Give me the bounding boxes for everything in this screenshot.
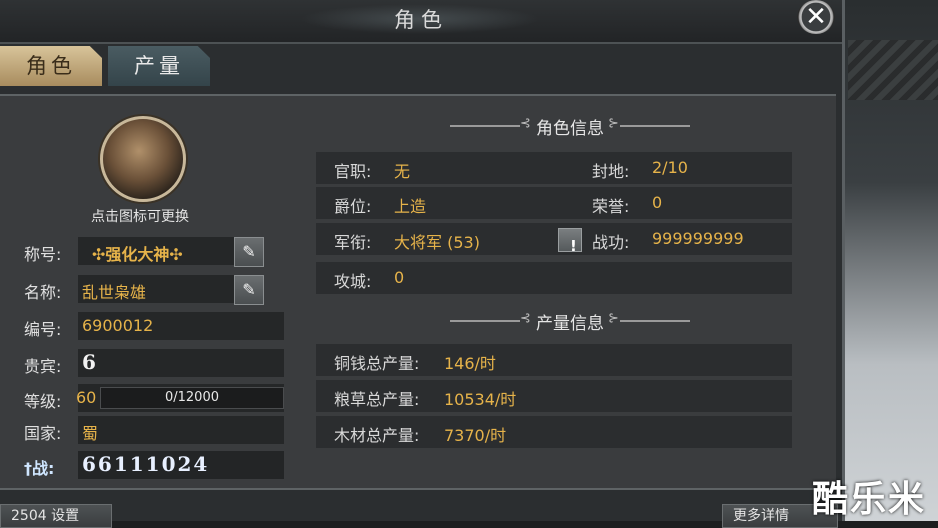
production-row: 木材总产量: 7370/时 (316, 416, 792, 448)
ornament-icon: ⊰ (520, 116, 531, 131)
grain-label: 粮草总产量: (334, 390, 420, 409)
warning-icon[interactable]: ! (558, 228, 582, 255)
name-field: 乱世枭雄 (78, 275, 254, 303)
honor-label: 荣誉: (592, 197, 630, 216)
production-info-title: 产量信息 (536, 314, 604, 334)
title-bar: 角色 (0, 0, 842, 44)
office-label: 官职: (334, 162, 372, 181)
info-row: 爵位: 上造 荣誉: 0 (316, 187, 792, 219)
ornament-icon: ⊱ (608, 116, 619, 131)
avatar-caption: 点击图标可更换 (91, 209, 189, 225)
watermark-logo: 酷乐米 (812, 479, 927, 520)
title-label: 称号: (24, 245, 62, 264)
exp-bar: 0/12000 (100, 387, 284, 409)
exp-text: 0/12000 (164, 390, 219, 405)
settings-button[interactable]: 2504 设置 (0, 504, 112, 528)
edit-title-button[interactable]: ✎ (234, 237, 264, 267)
avatar-portrait[interactable] (100, 116, 186, 202)
fief-label: 封地: (592, 162, 630, 181)
character-window: 角色 角色 产量 点击图标可更换 称号: ✣强化大神✣ ✎ 名称: 乱世枭雄 ✎… (0, 0, 845, 528)
level-label: 等级: (24, 392, 62, 411)
nation-field: 蜀 (78, 416, 284, 444)
divider (620, 125, 690, 127)
fief-value: 2/10 (652, 158, 688, 177)
siege-label: 攻城: (334, 272, 372, 291)
military-rank-value: 大将军 (53) (394, 233, 480, 252)
id-label: 编号: (24, 320, 62, 339)
production-info-heading: ⊰ 产量信息 ⊱ (420, 309, 720, 334)
nation-value: 蜀 (82, 424, 99, 443)
rank-label: 爵位: (334, 197, 372, 216)
grain-value: 10534/时 (444, 390, 517, 409)
production-row: 粮草总产量: 10534/时 (316, 380, 792, 412)
level-field: 60 0/12000 (76, 384, 284, 412)
merit-label: 战功: (592, 233, 630, 252)
office-value: 无 (394, 162, 411, 181)
window-title: 角色 (394, 8, 448, 32)
title-value: ✣强化大神✣ (92, 245, 183, 264)
info-row: 官职: 无 封地: 2/10 (316, 152, 792, 184)
copper-label: 铜钱总产量: (334, 354, 420, 373)
vip-label: 贵宾: (24, 357, 62, 376)
id-value: 6900012 (82, 316, 154, 335)
info-row: 攻城: 0 (316, 262, 792, 294)
divider (450, 320, 520, 322)
rank-value: 上造 (394, 197, 427, 216)
role-info-heading: ⊰ 角色信息 ⊱ (420, 114, 720, 139)
honor-value: 0 (652, 193, 663, 212)
close-button[interactable]: ✕ (797, 0, 835, 34)
wood-value: 7370/时 (444, 426, 507, 445)
power-field: 66111024 (78, 451, 284, 479)
id-field: 6900012 (78, 312, 284, 340)
info-row: 军衔: 大将军 (53) ! 战功: 999999999 (316, 223, 792, 255)
power-label: †战: (24, 459, 55, 478)
vip-field: 6 (78, 349, 284, 377)
divider (450, 125, 520, 127)
level-value: 60 (76, 388, 97, 407)
scene-roof (848, 40, 938, 100)
siege-value: 0 (394, 268, 405, 287)
tab-production[interactable]: 产量 (108, 46, 210, 86)
production-row: 铜钱总产量: 146/时 (316, 344, 792, 376)
ornament-icon: ⊱ (608, 311, 619, 326)
name-value: 乱世枭雄 (82, 283, 147, 302)
vip-value: 6 (82, 350, 96, 374)
ornament-icon: ⊰ (520, 311, 531, 326)
divider (620, 320, 690, 322)
nation-label: 国家: (24, 424, 62, 443)
edit-name-button[interactable]: ✎ (234, 275, 264, 305)
close-icon: ✕ (805, 2, 827, 32)
edit-icon: ✎ (242, 280, 256, 299)
role-info-title: 角色信息 (536, 119, 604, 139)
tab-character[interactable]: 角色 (0, 46, 102, 86)
copper-value: 146/时 (444, 354, 496, 373)
name-label: 名称: (24, 283, 62, 302)
wood-label: 木材总产量: (334, 426, 420, 445)
military-rank-label: 军衔: (334, 233, 372, 252)
edit-icon: ✎ (242, 242, 256, 261)
title-field: ✣强化大神✣ (78, 237, 254, 265)
merit-value: 999999999 (652, 229, 744, 248)
sword-icon: † (24, 459, 32, 478)
background-scene (838, 0, 938, 521)
power-value: 66111024 (82, 452, 210, 476)
